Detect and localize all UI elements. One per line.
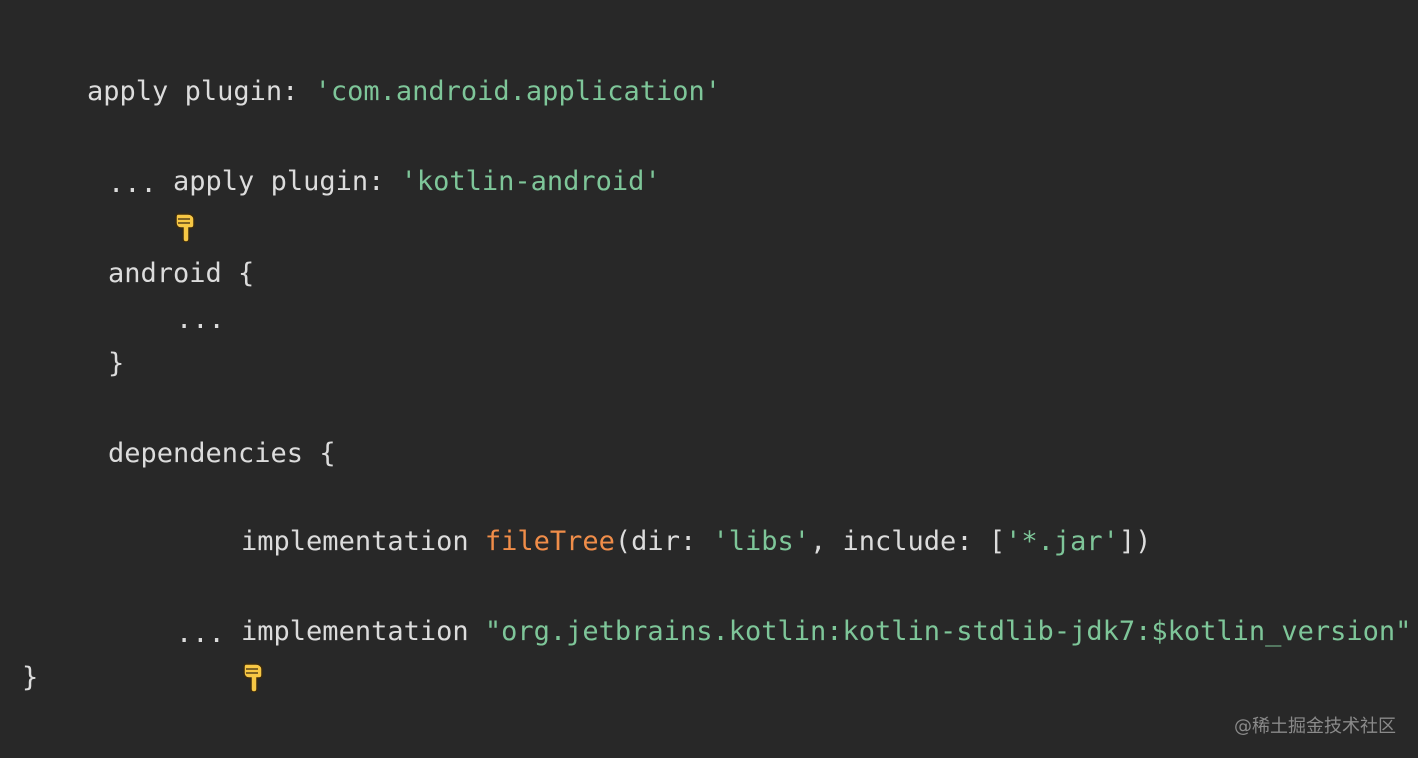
code-line-3: apply plugin: 'kotlin-android'	[108, 116, 661, 197]
code-line-android-ellipsis: ...	[176, 304, 225, 335]
implementation-keyword: implementation	[241, 616, 485, 647]
closing-brackets: ])	[1118, 526, 1152, 557]
code-line-filetree: implementation fileTree(dir: 'libs', inc…	[176, 476, 1151, 557]
code-line-android-open: android {	[108, 258, 255, 289]
implementation-keyword: implementation	[241, 526, 485, 557]
kotlin-stdlib-string: "org.jetbrains.kotlin:kotlin-stdlib-jdk7…	[484, 616, 1412, 647]
watermark-text: @稀土掘金技术社区	[1234, 716, 1396, 737]
code-viewer: apply plugin: 'com.android.application' …	[0, 0, 1418, 758]
code-line-2	[108, 72, 199, 242]
plugin-string-kotlin-android: 'kotlin-android'	[400, 166, 661, 197]
plugin-string-application: 'com.android.application'	[314, 76, 721, 107]
code-line-dependencies-ellipsis: ...	[176, 618, 225, 649]
code-line-dependencies-open: dependencies {	[108, 438, 336, 469]
dir-param: (dir:	[614, 526, 713, 557]
code-line-android-close: }	[108, 348, 125, 379]
filetree-function: fileTree	[484, 526, 615, 557]
code-line-kotlin-stdlib: implementation "org.jetbrains.kotlin:kot…	[176, 566, 1411, 647]
include-param: , include: [	[810, 526, 1006, 557]
code-line-12	[176, 522, 267, 692]
code-line-1: apply plugin: 'com.android.application'	[22, 26, 721, 107]
jar-string: '*.jar'	[1005, 526, 1119, 557]
libs-string: 'libs'	[712, 526, 811, 557]
apply-plugin-keyword: apply plugin:	[173, 166, 401, 197]
code-line-4: ...	[108, 168, 157, 199]
code-line-close-brace: }	[22, 662, 39, 693]
